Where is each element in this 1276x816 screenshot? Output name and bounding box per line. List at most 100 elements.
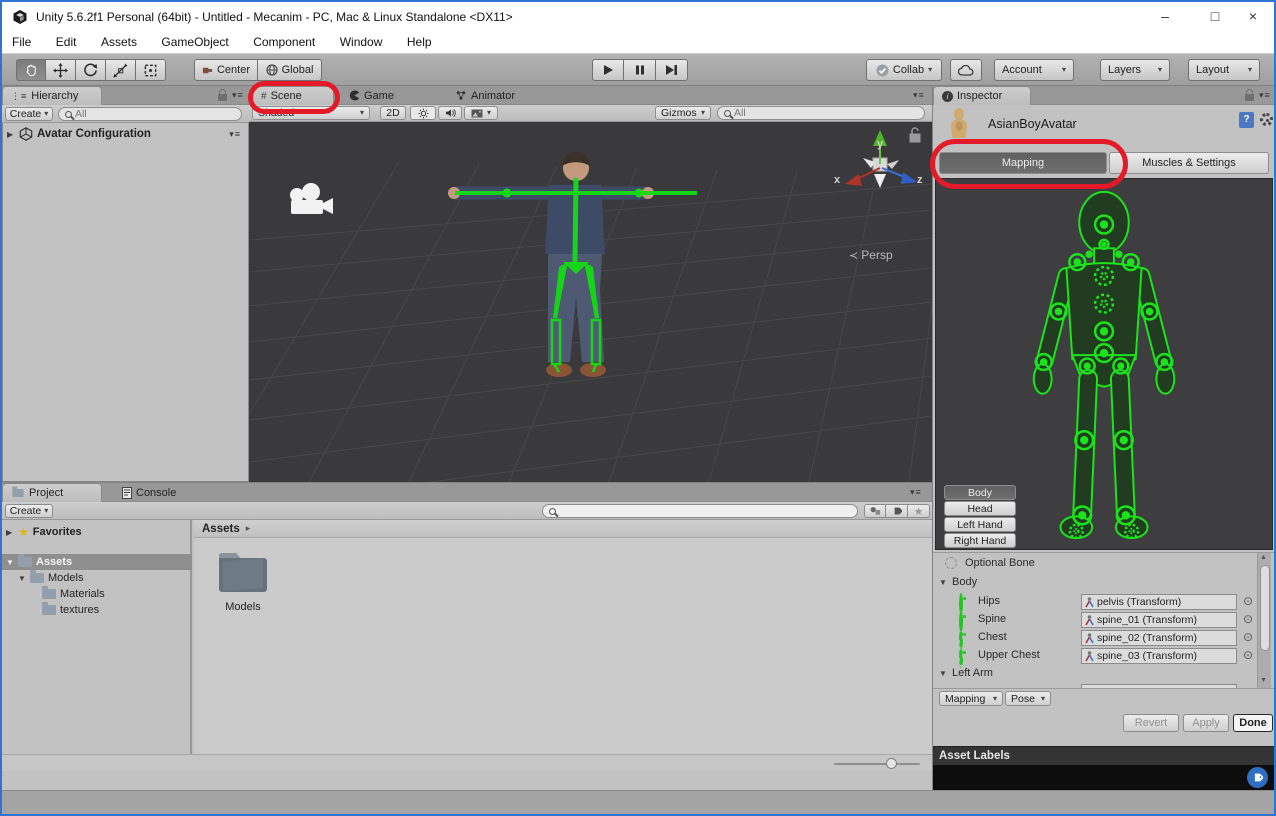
- bone-list-scrollbar[interactable]: ▲ ▼: [1257, 553, 1271, 688]
- item-menu-icon[interactable]: ▾≡: [229, 129, 241, 140]
- tab-inspector[interactable]: i Inspector: [933, 86, 1031, 105]
- bone-object-field[interactable]: spine_02 (Transform): [1081, 630, 1237, 646]
- inspector-lock-icon[interactable]: [1245, 94, 1254, 101]
- hierarchy-create-button[interactable]: Create▾: [5, 107, 53, 121]
- tree-item-models[interactable]: ▼ Models: [18, 570, 188, 586]
- asset-item-models-folder[interactable]: Models: [212, 550, 274, 628]
- hierarchy-search-input[interactable]: All: [58, 107, 242, 121]
- tab-mapping[interactable]: Mapping: [939, 152, 1107, 174]
- axis-z-label[interactable]: z: [917, 174, 923, 186]
- layout-dropdown[interactable]: Layout ▾: [1188, 59, 1260, 81]
- axis-y-label[interactable]: y: [877, 138, 883, 150]
- bone-object-field[interactable]: spine_01 (Transform): [1081, 612, 1237, 628]
- hierarchy-item-avatar-configuration[interactable]: ▶ Avatar Configuration ▾≡: [7, 126, 247, 142]
- breadcrumb-assets[interactable]: Assets: [202, 523, 240, 535]
- move-tool-button[interactable]: [46, 59, 76, 81]
- project-panel-menu-icon[interactable]: ▾≡: [910, 487, 922, 498]
- menu-gameobject[interactable]: GameObject: [151, 32, 238, 52]
- layers-dropdown-icon: ▾: [1158, 66, 1162, 74]
- gizmos-dropdown[interactable]: Gizmos▾: [655, 106, 711, 120]
- done-button[interactable]: Done: [1233, 714, 1273, 732]
- rect-tool-button[interactable]: [136, 59, 166, 81]
- hierarchy-panel-menu-icon[interactable]: ▾≡: [232, 90, 244, 101]
- bone-object-field[interactable]: spine_03 (Transform): [1081, 648, 1237, 664]
- pivot-toggle-button[interactable]: Center: [194, 59, 258, 81]
- asset-grid[interactable]: Models: [194, 538, 932, 754]
- scene-viewport[interactable]: ≺ Persp y x z: [249, 122, 932, 482]
- hand-tool-button[interactable]: [16, 59, 46, 81]
- pause-button[interactable]: [624, 59, 656, 81]
- scale-tool-button[interactable]: [106, 59, 136, 81]
- gear-icon[interactable]: [1260, 113, 1273, 126]
- 2d-toggle-button[interactable]: 2D: [380, 106, 406, 120]
- audio-toggle-button[interactable]: [438, 106, 462, 120]
- scene-search-input[interactable]: All: [717, 106, 925, 120]
- cloud-button[interactable]: [950, 59, 982, 81]
- tree-item-assets[interactable]: ▼ Assets: [2, 554, 192, 570]
- body-part-button-right-hand[interactable]: Right Hand: [944, 533, 1016, 548]
- play-button[interactable]: [592, 59, 624, 81]
- tab-muscles-settings[interactable]: Muscles & Settings: [1109, 152, 1269, 174]
- effects-dropdown-button[interactable]: ▾: [464, 106, 498, 120]
- inspector-panel-menu-icon[interactable]: ▾≡: [1259, 90, 1271, 101]
- maximize-button[interactable]: □: [1194, 2, 1236, 31]
- section-body-header[interactable]: ▼ Body: [939, 576, 977, 588]
- section-left-arm-header[interactable]: ▼ Left Arm: [939, 667, 993, 679]
- body-part-button-left-hand[interactable]: Left Hand: [944, 517, 1016, 532]
- step-button[interactable]: [656, 59, 688, 81]
- thumbnail-zoom-slider-thumb[interactable]: [886, 758, 897, 769]
- tab-project[interactable]: Project: [2, 483, 102, 502]
- pose-menu-button[interactable]: Pose▾: [1005, 691, 1051, 706]
- menu-edit[interactable]: Edit: [46, 32, 87, 52]
- tab-animator[interactable]: Animator: [447, 86, 547, 105]
- tab-hierarchy[interactable]: ⋮≡ Hierarchy: [2, 86, 102, 105]
- menu-file[interactable]: File: [2, 32, 41, 52]
- mapping-menu-button[interactable]: Mapping▾: [939, 691, 1003, 706]
- tree-item-textures[interactable]: textures: [42, 602, 188, 618]
- lock-icon[interactable]: [218, 94, 227, 101]
- revert-button[interactable]: Revert: [1123, 714, 1179, 732]
- search-by-label-button[interactable]: [886, 504, 908, 518]
- collab-button[interactable]: Collab ▾: [866, 59, 942, 81]
- object-picker-icon[interactable]: ⊙: [1243, 648, 1253, 662]
- scene-panel-menu-icon[interactable]: ▾≡: [913, 90, 925, 101]
- menu-assets[interactable]: Assets: [91, 32, 147, 52]
- tree-item-materials[interactable]: Materials: [42, 586, 188, 602]
- search-by-type-button[interactable]: [864, 504, 886, 518]
- asset-labels-header[interactable]: Asset Labels: [933, 746, 1275, 765]
- thumbnail-zoom-slider-track[interactable]: [834, 763, 920, 765]
- object-picker-icon[interactable]: ⊙: [1243, 594, 1253, 608]
- tab-console[interactable]: Console: [114, 483, 206, 502]
- rotate-tool-button[interactable]: [76, 59, 106, 81]
- minimize-button[interactable]: –: [1144, 2, 1186, 31]
- apply-button[interactable]: Apply: [1183, 714, 1229, 732]
- account-dropdown[interactable]: Account ▾: [994, 59, 1074, 81]
- favorites-filter-button[interactable]: ★: [908, 504, 930, 518]
- layers-dropdown[interactable]: Layers ▾: [1100, 59, 1170, 81]
- project-search-input[interactable]: [542, 504, 858, 518]
- body-part-button-head[interactable]: Head: [944, 501, 1016, 516]
- tab-scene[interactable]: # Scene: [252, 86, 334, 105]
- label-tag-button[interactable]: [1247, 767, 1268, 788]
- body-part-button-body[interactable]: Body: [944, 485, 1016, 500]
- expand-icon[interactable]: ▶: [7, 130, 15, 139]
- lighting-toggle-button[interactable]: [410, 106, 436, 120]
- perspective-toggle[interactable]: ≺ Persp: [849, 248, 893, 262]
- space-toggle-button[interactable]: Global: [258, 59, 322, 81]
- menu-help[interactable]: Help: [397, 32, 442, 52]
- tab-game[interactable]: Game: [341, 86, 425, 105]
- tree-item-favorites[interactable]: ▶ ★ Favorites: [6, 524, 186, 540]
- scroll-up-icon[interactable]: ▲: [1260, 554, 1267, 561]
- shading-mode-dropdown[interactable]: Shaded▾: [252, 106, 370, 120]
- close-button[interactable]: ×: [1232, 2, 1274, 31]
- menu-window[interactable]: Window: [330, 32, 393, 52]
- bone-object-field[interactable]: pelvis (Transform): [1081, 594, 1237, 610]
- project-create-button[interactable]: Create▾: [5, 504, 53, 518]
- axis-x-label[interactable]: x: [834, 174, 840, 186]
- scrollbar-thumb[interactable]: [1260, 565, 1270, 651]
- scroll-down-icon[interactable]: ▼: [1260, 677, 1267, 684]
- help-icon[interactable]: ?: [1239, 112, 1254, 128]
- object-picker-icon[interactable]: ⊙: [1243, 612, 1253, 626]
- menu-component[interactable]: Component: [243, 32, 325, 52]
- object-picker-icon[interactable]: ⊙: [1243, 630, 1253, 644]
